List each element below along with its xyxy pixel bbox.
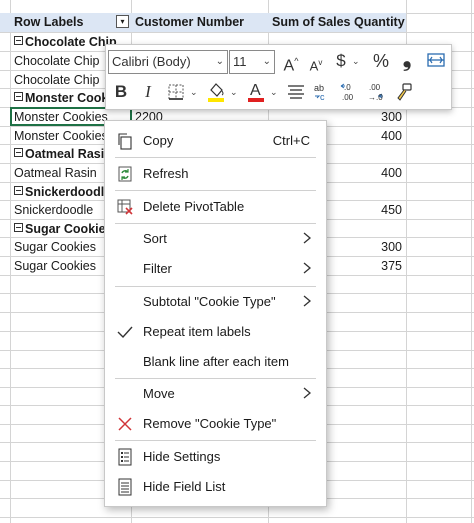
menu-item-refresh[interactable]: Refresh [105, 160, 326, 188]
close-icon [118, 417, 132, 431]
svg-text:.0: .0 [344, 83, 351, 92]
chevron-down-icon: ⌄ [262, 56, 271, 67]
decrease-font-size-button[interactable]: Av [306, 53, 326, 75]
context-menu: Copy Ctrl+C Refresh Delete PivotTable So… [104, 120, 327, 507]
sales-quantity-cell[interactable]: 400 [325, 127, 406, 145]
chevron-down-icon[interactable]: ⌄ [190, 87, 198, 98]
svg-text:.00: .00 [342, 93, 354, 102]
collapse-icon[interactable] [14, 36, 23, 45]
bold-button[interactable]: B [112, 82, 130, 104]
sales-quantity-cell[interactable]: 300 [325, 108, 406, 126]
merge-cells-icon: abc [314, 83, 325, 102]
merge-center-button[interactable]: ab c [312, 82, 334, 104]
comma-style-button[interactable]: ❟ [400, 48, 414, 71]
menu-separator [115, 157, 316, 158]
align-button[interactable] [287, 84, 305, 106]
field-list-icon [118, 478, 132, 496]
menu-item-label: Blank line after each item [143, 354, 289, 369]
delete-table-icon [117, 199, 133, 215]
increase-decimal-button[interactable]: .0.00 [339, 81, 361, 103]
font-name-dropdown[interactable]: Calibri (Body) ⌄ [108, 50, 228, 74]
chevron-down-icon: ⌄ [215, 56, 224, 67]
chevron-down-icon[interactable]: ⌄ [270, 87, 278, 98]
chevron-down-icon[interactable]: ⌄ [352, 56, 360, 67]
increase-font-size-button[interactable]: A^ [280, 51, 302, 74]
collapse-icon[interactable] [14, 223, 23, 232]
svg-text:.00: .00 [369, 83, 381, 92]
font-size-dropdown[interactable]: 11 ⌄ [229, 50, 275, 74]
paintbrush-icon [397, 83, 412, 101]
menu-item-filter[interactable]: Filter [105, 255, 326, 283]
font-name-value: Calibri (Body) [112, 54, 191, 69]
menu-item-copy[interactable]: Copy Ctrl+C [105, 127, 326, 155]
mini-formatting-toolbar: Calibri (Body) ⌄ 11 ⌄ A^ Av $ ⌄ % ❟ B I … [105, 44, 452, 110]
borders-button[interactable] [166, 83, 186, 105]
svg-text:→.0: →.0 [368, 93, 383, 102]
collapse-icon[interactable] [14, 148, 23, 157]
increase-decimal-icon: .0.00 [340, 83, 354, 102]
italic-button[interactable]: I [140, 82, 156, 104]
chevron-down-icon[interactable]: ⌄ [230, 87, 238, 98]
menu-item-subtotal[interactable]: Subtotal "Cookie Type" [105, 288, 326, 316]
collapse-icon[interactable] [14, 186, 23, 195]
menu-item-delete-pivottable[interactable]: Delete PivotTable [105, 193, 326, 221]
menu-item-label: Refresh [143, 166, 189, 181]
row-labels-header[interactable]: Row Labels [10, 13, 83, 32]
menu-separator [115, 286, 316, 287]
menu-item-label: Filter [143, 261, 172, 276]
menu-item-label: Sort [143, 231, 167, 246]
menu-item-label: Remove "Cookie Type" [143, 416, 277, 431]
customer-number-header[interactable]: Customer Number [131, 13, 244, 32]
chevron-right-icon [303, 262, 312, 274]
sales-quantity-cell[interactable]: 450 [325, 201, 406, 219]
paint-bucket-icon [208, 83, 224, 102]
menu-separator [115, 378, 316, 379]
fill-color-button[interactable] [206, 81, 226, 103]
wrap-text-icon [427, 53, 445, 67]
svg-text:c: c [320, 92, 325, 102]
settings-list-icon [118, 448, 132, 466]
menu-item-move[interactable]: Move [105, 380, 326, 408]
checkmark-icon [117, 326, 133, 339]
menu-item-label: Hide Field List [143, 479, 226, 494]
font-size-value: 11 [233, 54, 247, 69]
menu-item-label: Copy [143, 133, 174, 148]
menu-separator [115, 190, 316, 191]
decrease-decimal-icon: .00→.0 [368, 83, 383, 102]
menu-shortcut: Ctrl+C [272, 133, 310, 148]
menu-item-label: Delete PivotTable [143, 199, 245, 214]
font-color-button[interactable]: A [247, 81, 265, 103]
menu-item-hide-settings[interactable]: Hide Settings [105, 443, 326, 471]
menu-item-label: Move [143, 386, 175, 401]
format-painter-button[interactable] [393, 82, 415, 104]
row-labels-filter-button[interactable]: ▾ [116, 15, 129, 28]
menu-item-label: Repeat item labels [143, 324, 251, 339]
refresh-icon [118, 166, 132, 182]
menu-item-hide-field-list[interactable]: Hide Field List [105, 473, 326, 501]
sales-quantity-cell[interactable]: 400 [325, 164, 406, 182]
percent-format-button[interactable]: % [370, 51, 392, 73]
sales-quantity-cell[interactable]: 375 [325, 257, 406, 275]
menu-item-repeat-item-labels[interactable]: Repeat item labels [105, 318, 326, 346]
menu-item-remove-field[interactable]: Remove "Cookie Type" [105, 410, 326, 438]
menu-item-label: Hide Settings [143, 449, 221, 464]
wrap-text-button[interactable] [426, 52, 446, 74]
decrease-decimal-button[interactable]: .00 →.0 [365, 81, 387, 103]
copy-icon [118, 133, 132, 150]
borders-icon [168, 84, 184, 100]
chevron-right-icon [303, 387, 312, 399]
chevron-right-icon [303, 232, 312, 244]
menu-item-sort[interactable]: Sort [105, 225, 326, 253]
sales-quantity-cell[interactable]: 300 [325, 238, 406, 256]
font-color-swatch [248, 98, 264, 102]
align-center-icon [288, 85, 304, 99]
collapse-icon[interactable] [14, 92, 23, 101]
menu-item-blank-line[interactable]: Blank line after each item [105, 348, 326, 376]
sum-sales-header[interactable]: Sum of Sales Quantity [268, 13, 405, 32]
chevron-right-icon [303, 295, 312, 307]
menu-separator [115, 223, 316, 224]
menu-item-label: Subtotal "Cookie Type" [143, 294, 276, 309]
currency-format-button[interactable]: $ [334, 51, 348, 73]
menu-separator [115, 440, 316, 441]
